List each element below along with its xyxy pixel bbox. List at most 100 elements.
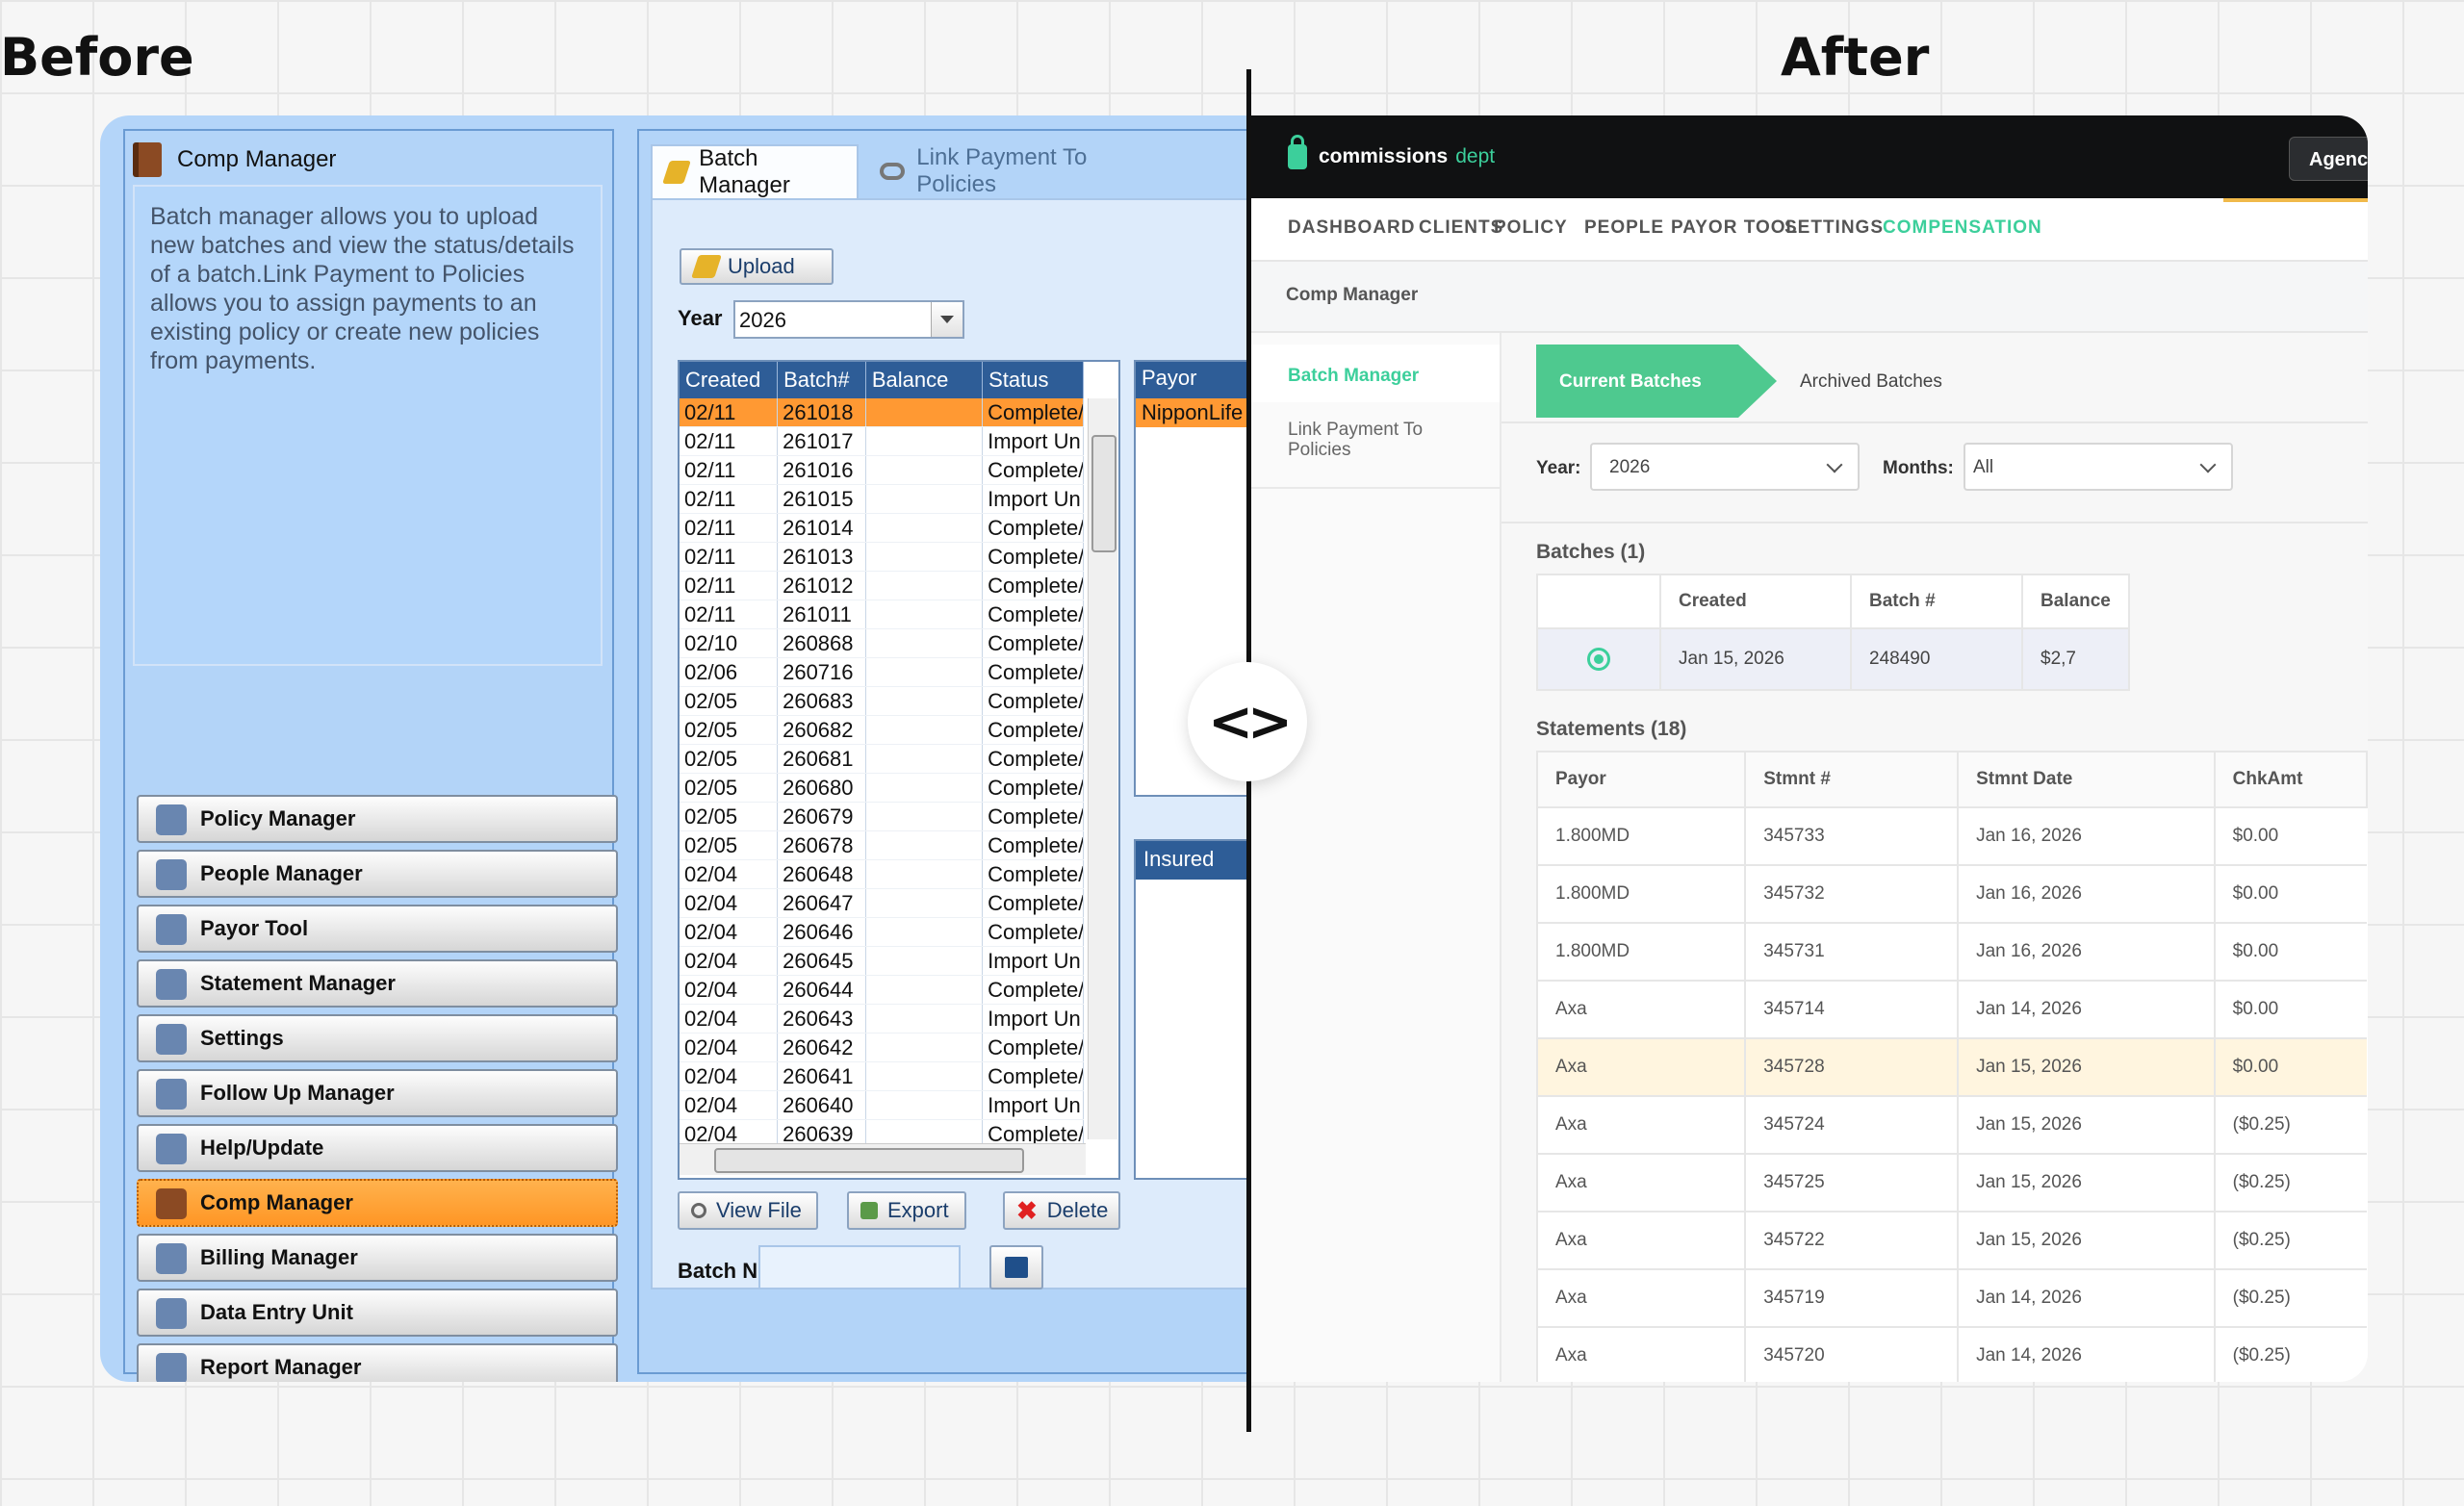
batch-note-input[interactable]	[758, 1245, 961, 1289]
table-row[interactable]: Jan 15, 2026 248490 $2,7	[1536, 627, 2130, 691]
months-select[interactable]: All	[1964, 443, 2233, 491]
table-row[interactable]: 1.800MD 345731 Jan 16, 2026 $0.00	[1535, 922, 2367, 982]
module-button-statement-manager[interactable]: Statement Manager	[137, 959, 618, 1008]
table-row[interactable]: 02/11 261014 Complete/	[680, 513, 1084, 543]
module-button-payor-tool[interactable]: Payor Tool	[137, 905, 618, 953]
table-row[interactable]: Axa 345724 Jan 15, 2026 ($0.25)	[1535, 1095, 2367, 1155]
table-row[interactable]: 02/05 260683 Complete/	[680, 686, 1084, 716]
compare-toggle[interactable]: <>	[1188, 662, 1307, 781]
table-row[interactable]: 02/04 260647 Complete/	[680, 888, 1084, 918]
scroll-thumb[interactable]	[1091, 435, 1116, 552]
table-row[interactable]: 02/11 261011 Complete/	[680, 600, 1084, 629]
table-row[interactable]: Axa 345719 Jan 14, 2026 ($0.25)	[1535, 1268, 2367, 1328]
table-row[interactable]: 02/04 260645 Import Un	[680, 946, 1084, 976]
billing-manager-icon	[156, 1243, 187, 1274]
save-note-button[interactable]	[989, 1245, 1043, 1289]
nav-item-settings[interactable]: SETTINGS	[1784, 217, 1884, 239]
module-button-comp-manager[interactable]: Comp Manager	[137, 1179, 618, 1227]
module-button-follow-up-manager[interactable]: Follow Up Manager	[137, 1069, 618, 1117]
table-row[interactable]: Axa 345725 Jan 15, 2026 ($0.25)	[1535, 1153, 2367, 1212]
delete-button[interactable]: ✖ Delete	[1003, 1191, 1120, 1230]
year-select[interactable]: 2026	[733, 300, 964, 339]
table-row[interactable]: Axa 345722 Jan 15, 2026 ($0.25)	[1535, 1211, 2367, 1270]
agency-button[interactable]: Agency	[2289, 137, 2368, 181]
table-row[interactable]: 02/04 260640 Import Un	[680, 1090, 1084, 1120]
horizontal-scrollbar[interactable]	[680, 1143, 1086, 1175]
column-header[interactable]: Payor	[1535, 751, 1747, 808]
table-row[interactable]: 02/04 260641 Complete/	[680, 1061, 1084, 1091]
nav-item-people[interactable]: PEOPLE	[1584, 217, 1664, 239]
table-row[interactable]: 02/11 261016 Complete/	[680, 455, 1084, 485]
table-row[interactable]: 02/04 260648 Complete/	[680, 859, 1084, 889]
column-header[interactable]: Stmnt Date	[1957, 751, 2216, 808]
column-header[interactable]: Status	[982, 362, 1084, 398]
table-cell: Jan 16, 2026	[1957, 864, 2215, 924]
table-row[interactable]: 02/10 260868 Complete/	[680, 628, 1084, 658]
nav-item-policy[interactable]: POLICY	[1494, 217, 1568, 239]
table-row[interactable]: 02/05 260681 Complete/	[680, 744, 1084, 774]
column-header-created[interactable]: Created	[1659, 574, 1852, 629]
column-header-balance[interactable]: Balance	[2021, 574, 2130, 629]
table-row[interactable]: 02/11 261012 Complete/	[680, 571, 1084, 600]
table-cell: Jan 16, 2026	[1957, 806, 2215, 866]
column-header[interactable]: Created	[680, 362, 779, 398]
tab-link-payment[interactable]: Link Payment To Policies	[866, 144, 1165, 198]
table-row[interactable]: 02/04 260643 Import Un	[680, 1004, 1084, 1034]
table-row[interactable]: 02/05 260678 Complete/	[680, 830, 1084, 860]
export-button[interactable]: Export	[847, 1191, 966, 1230]
selected-radio[interactable]	[1587, 648, 1610, 671]
sidebar-item-batch-manager[interactable]: Batch Manager	[1251, 345, 1500, 402]
vertical-scrollbar[interactable]	[1088, 398, 1117, 1139]
table-row[interactable]: 1.800MD 345733 Jan 16, 2026 $0.00	[1535, 806, 2367, 866]
table-row[interactable]: Axa 345720 Jan 14, 2026 ($0.25)	[1535, 1326, 2367, 1382]
module-button-billing-manager[interactable]: Billing Manager	[137, 1234, 618, 1282]
nav-item-dashboard[interactable]: DASHBOARD	[1288, 217, 1416, 239]
table-cell: 260646	[777, 917, 866, 947]
table-row[interactable]: Axa 345714 Jan 14, 2026 $0.00	[1535, 980, 2367, 1039]
table-row[interactable]: 02/06 260716 Complete/	[680, 657, 1084, 687]
table-row[interactable]: 02/04 260644 Complete/	[680, 975, 1084, 1005]
year-select[interactable]: 2026	[1590, 443, 1860, 491]
table-row[interactable]: 02/05 260679 Complete/	[680, 802, 1084, 831]
table-row[interactable]: 02/05 260680 Complete/	[680, 773, 1084, 803]
table-row[interactable]: 02/05 260682 Complete/	[680, 715, 1084, 745]
column-header[interactable]: ChkAmt	[2213, 751, 2368, 808]
module-button-data-entry-unit[interactable]: Data Entry Unit	[137, 1289, 618, 1337]
nav-item-compensation[interactable]: COMPENSATION	[1883, 217, 2042, 239]
table-row[interactable]: 1.800MD 345732 Jan 16, 2026 $0.00	[1535, 864, 2367, 924]
module-button-policy-manager[interactable]: Policy Manager	[137, 795, 618, 843]
column-header[interactable]: Stmnt #	[1744, 751, 1960, 808]
sidebar-item-link-payment[interactable]: Link Payment To Policies	[1288, 420, 1471, 460]
table-cell	[865, 975, 984, 1005]
radio-cell[interactable]	[1536, 627, 1661, 691]
module-button-help-update[interactable]: Help/Update	[137, 1124, 618, 1172]
column-header[interactable]: Batch#	[777, 362, 866, 398]
table-row[interactable]: 02/04 260642 Complete/	[680, 1033, 1084, 1062]
module-button-label: Statement Manager	[200, 971, 396, 995]
table-row[interactable]: 02/04 260646 Complete/	[680, 917, 1084, 947]
tab-batch-manager[interactable]: Batch Manager	[651, 144, 859, 198]
module-button-settings[interactable]: Settings	[137, 1014, 618, 1062]
nav-item-payor-tool[interactable]: PAYOR TOOL	[1671, 217, 1798, 239]
payor-row[interactable]: NipponLife	[1136, 398, 1249, 427]
upload-button[interactable]: Upload	[680, 248, 834, 285]
tab-archived-batches[interactable]: Archived Batches	[1800, 371, 1942, 393]
table-cell: 02/11	[680, 484, 779, 514]
column-header-batch[interactable]: Batch #	[1850, 574, 2023, 629]
table-row[interactable]: Axa 345728 Jan 15, 2026 $0.00	[1535, 1037, 2367, 1097]
table-row[interactable]: 02/11 261013 Complete/	[680, 542, 1084, 572]
module-button-people-manager[interactable]: People Manager	[137, 850, 618, 898]
table-row[interactable]: 02/11 261017 Import Un	[680, 426, 1084, 456]
logo[interactable]: commissions dept	[1288, 135, 1495, 169]
nav-item-clients[interactable]: CLIENTS	[1419, 217, 1503, 239]
module-button-label: Settings	[200, 1026, 284, 1050]
table-row[interactable]: 02/11 261018 Complete/	[680, 398, 1084, 427]
column-header[interactable]: Balance	[865, 362, 984, 398]
view-file-button[interactable]: View File	[678, 1191, 818, 1230]
chevron-down-icon[interactable]	[931, 302, 962, 337]
scroll-thumb[interactable]	[714, 1148, 1024, 1173]
tab-current-batches[interactable]: Current Batches	[1536, 345, 1777, 418]
table-row[interactable]: 02/11 261015 Import Un	[680, 484, 1084, 514]
module-button-report-manager[interactable]: Report Manager	[137, 1343, 618, 1382]
table-cell: 02/06	[680, 657, 779, 687]
